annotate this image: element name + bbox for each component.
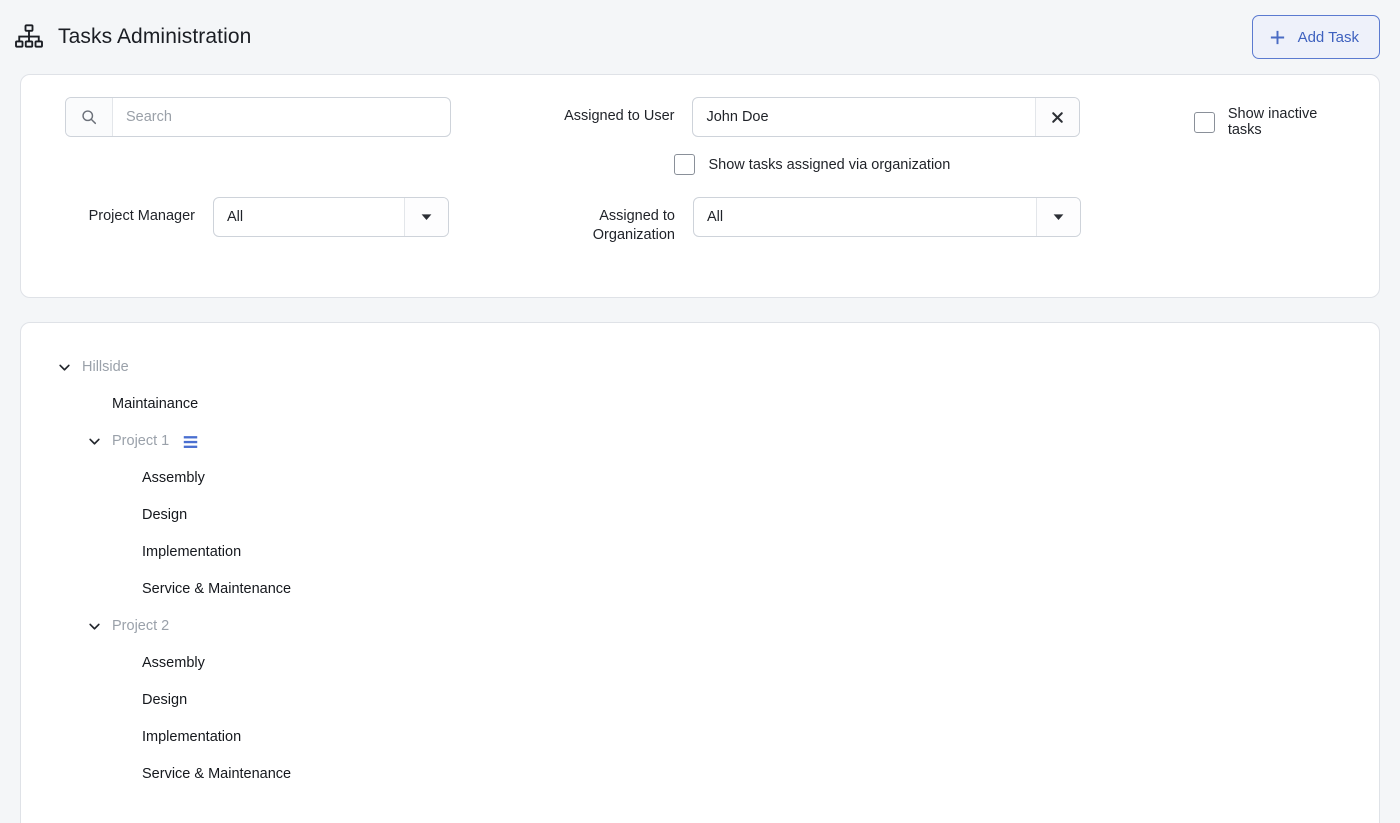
tree-row[interactable]: Project 2 bbox=[45, 608, 1355, 645]
search-icon bbox=[66, 98, 113, 136]
tree-node-label: Design bbox=[142, 692, 188, 709]
tree-node-label: Implementation bbox=[142, 729, 242, 746]
tree-row[interactable]: Implementation bbox=[45, 534, 1355, 571]
tree-row[interactable]: Project 1 bbox=[45, 423, 1355, 460]
search-field[interactable] bbox=[65, 97, 451, 137]
tree-row[interactable]: Implementation bbox=[45, 719, 1355, 756]
tree-row[interactable]: Hillside bbox=[45, 349, 1355, 386]
assigned-to-user-field[interactable] bbox=[692, 97, 1081, 137]
tree-row[interactable]: Service & Maintenance bbox=[45, 756, 1355, 793]
search-column bbox=[45, 97, 514, 137]
tree-row[interactable]: Assembly bbox=[45, 645, 1355, 682]
assigned-to-user-label: Assigned to User bbox=[564, 108, 675, 124]
chevron-down-icon[interactable] bbox=[87, 619, 102, 634]
title-group: Tasks Administration bbox=[14, 22, 251, 52]
filters-panel: Assigned to User Show tasks assigned via… bbox=[20, 74, 1380, 298]
task-tree-panel: Hillside Maintainance Project 1 Assembly Des… bbox=[20, 322, 1380, 823]
assigned-user-column: Assigned to User Show tasks assigned via… bbox=[514, 97, 1083, 175]
tree-node-label: Design bbox=[142, 507, 188, 524]
assigned-organization-column: Assigned to Organization All bbox=[515, 197, 1085, 245]
assigned-to-organization-value: All bbox=[707, 209, 724, 225]
project-manager-column: Project Manager All bbox=[45, 197, 515, 237]
project-manager-select[interactable]: All bbox=[213, 197, 449, 237]
checkbox-box[interactable] bbox=[1193, 111, 1215, 133]
show-inactive-column: Show inactive tasks bbox=[1084, 97, 1355, 138]
chevron-down-icon[interactable] bbox=[87, 434, 102, 449]
task-tree: Hillside Maintainance Project 1 Assembly Des… bbox=[45, 349, 1355, 793]
chevron-down-icon[interactable] bbox=[57, 360, 72, 375]
project-manager-label: Project Manager bbox=[88, 208, 195, 224]
search-input[interactable] bbox=[113, 98, 450, 136]
chevron-down-icon[interactable] bbox=[1036, 198, 1080, 236]
sitemap-icon bbox=[14, 22, 44, 52]
show-inactive-tasks-checkbox[interactable]: Show inactive tasks bbox=[1193, 97, 1355, 138]
tree-node-label: Assembly bbox=[142, 470, 205, 487]
assigned-to-organization-select[interactable]: All bbox=[693, 197, 1081, 237]
tree-node-label: Project 1 bbox=[112, 433, 170, 450]
tree-row[interactable]: Assembly bbox=[45, 460, 1355, 497]
tree-row[interactable]: Design bbox=[45, 682, 1355, 719]
tree-row[interactable]: Service & Maintenance bbox=[45, 571, 1355, 608]
tree-row[interactable]: Design bbox=[45, 497, 1355, 534]
add-task-button[interactable]: Add Task bbox=[1251, 15, 1380, 59]
tree-node-label: Project 2 bbox=[112, 618, 170, 635]
assigned-to-organization-label: Assigned to Organization bbox=[592, 208, 675, 243]
page-title: Tasks Administration bbox=[58, 25, 252, 48]
tree-node-label: Service & Maintenance bbox=[142, 581, 292, 598]
show-tasks-via-organization-label: Show tasks assigned via organization bbox=[708, 156, 951, 173]
filters-row-1: Assigned to User Show tasks assigned via… bbox=[45, 97, 1355, 175]
checkbox-box[interactable] bbox=[674, 154, 696, 175]
project-manager-value: All bbox=[227, 209, 244, 225]
clear-assigned-user-button[interactable] bbox=[1035, 98, 1080, 136]
tree-node-label: Assembly bbox=[142, 655, 205, 672]
assigned-to-user-input[interactable] bbox=[693, 98, 1036, 136]
tree-node-label: Implementation bbox=[142, 544, 242, 561]
hamburger-menu-icon[interactable] bbox=[183, 435, 198, 449]
tree-row[interactable]: Maintainance bbox=[45, 386, 1355, 423]
tree-node-label: Hillside bbox=[82, 359, 129, 376]
page-header: Tasks Administration Add Task bbox=[0, 0, 1400, 74]
add-task-label: Add Task bbox=[1297, 28, 1359, 46]
chevron-down-icon[interactable] bbox=[404, 198, 448, 236]
show-tasks-via-organization-checkbox[interactable]: Show tasks assigned via organization bbox=[514, 154, 1083, 175]
plus-icon bbox=[1269, 29, 1286, 46]
tree-node-label: Service & Maintenance bbox=[142, 766, 292, 783]
show-inactive-tasks-label: Show inactive tasks bbox=[1227, 106, 1318, 138]
tree-node-label: Maintainance bbox=[112, 396, 199, 413]
filters-row-2: Project Manager All Assigned to Organiza… bbox=[45, 197, 1355, 245]
